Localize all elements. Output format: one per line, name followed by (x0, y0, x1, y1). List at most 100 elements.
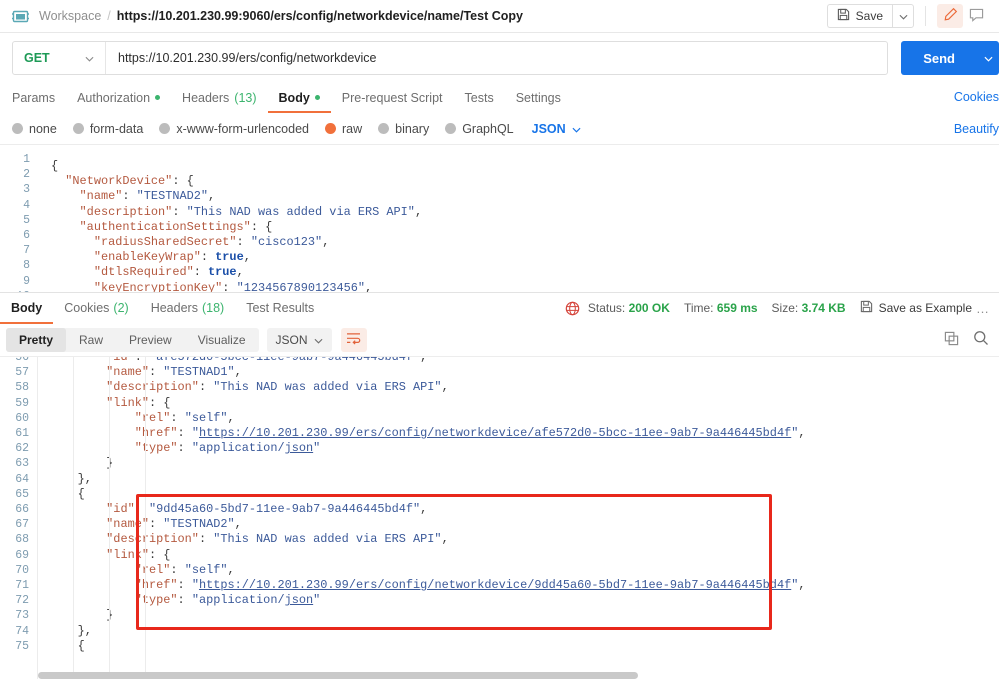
response-tab-body[interactable]: Body (0, 294, 54, 324)
code-token[interactable]: json (285, 593, 314, 607)
body-format-value: JSON (531, 121, 566, 136)
response-body-code[interactable]: "id": "afe572d0-5bcc-11ee-9ab7-9a446445b… (38, 357, 999, 679)
line-number: 61 (15, 427, 29, 441)
status-value: 200 OK (628, 301, 670, 315)
tab-label: Pre-request Script (341, 90, 443, 105)
code-line: "NetworkDevice": { (51, 174, 999, 189)
pencil-icon (943, 7, 958, 25)
url-input[interactable]: https://10.201.230.99/ers/config/network… (106, 51, 887, 65)
code-token: " (313, 441, 321, 456)
line-number: 68 (15, 533, 29, 547)
body-type-none[interactable]: none (12, 122, 57, 136)
modified-dot-icon (155, 95, 161, 100)
send-button[interactable]: Send (901, 41, 977, 75)
indent-dots (38, 411, 135, 425)
request-body-code[interactable]: { "NetworkDevice": { "name": "TESTNAD2",… (51, 145, 999, 292)
view-pretty-button[interactable]: Pretty (6, 327, 67, 352)
request-body-editor[interactable]: 1234567891011 { "NetworkDevice": { "name… (0, 144, 999, 292)
body-type-graphql[interactable]: GraphQL (445, 122, 514, 136)
code-token[interactable]: https://10.201.230.99/ers/config/network… (199, 578, 791, 592)
code-token: : (172, 204, 187, 219)
code-token: "rel" (134, 562, 171, 577)
http-method-select[interactable]: GET (13, 42, 105, 74)
line-number: 65 (15, 487, 29, 501)
tab-tests[interactable]: Tests (454, 84, 505, 113)
code-token: "NetworkDevice" (65, 174, 173, 189)
response-tab-test-results[interactable]: Test Results (235, 294, 325, 324)
code-token[interactable]: https://10.201.230.99/ers/config/network… (199, 426, 791, 440)
response-view-segments: Pretty Raw Preview Visualize (6, 327, 259, 352)
code-line: "type": "application/json" (38, 593, 999, 608)
code-token: : (236, 235, 251, 250)
code-token[interactable]: json (285, 441, 314, 455)
body-type-x-www-form-urlencoded[interactable]: x-www-form-urlencoded (159, 122, 309, 136)
response-more-options-button[interactable]: … (976, 301, 989, 316)
body-format-select[interactable]: JSON (532, 122, 581, 136)
time-label: Time: (683, 301, 714, 315)
indent-dots (38, 624, 78, 638)
code-line: { (38, 487, 999, 502)
horizontal-scrollbar[interactable] (38, 672, 638, 679)
tab-pre-request-script[interactable]: Pre-request Script (331, 84, 454, 113)
body-type-label: none (29, 121, 57, 136)
comments-button[interactable] (963, 4, 989, 28)
save-button[interactable]: Save (826, 4, 892, 28)
code-token: "This NAD was added via ERS API" (213, 380, 442, 395)
response-body-viewer[interactable]: 56 57 58 59 60 61 62 63 64 65 66 67 68 69 70 71 72 73 74 75… (0, 356, 999, 679)
breadcrumb-workspace[interactable]: Workspace (39, 9, 101, 23)
tab-label: Test Results (246, 300, 315, 315)
body-type-raw[interactable]: raw (325, 122, 362, 136)
tab-body[interactable]: Body (267, 84, 331, 113)
code-line: "link": { (38, 548, 999, 563)
tab-label: Settings (515, 90, 561, 105)
view-visualize-button[interactable]: Visualize (185, 328, 259, 352)
copy-button[interactable] (944, 331, 959, 349)
code-token: "description" (106, 380, 199, 395)
code-token: : (172, 174, 187, 189)
code-token: , (441, 532, 449, 547)
search-button[interactable] (973, 330, 989, 349)
line-number: 62 (15, 442, 29, 456)
tab-label: Tests (464, 90, 494, 105)
size-badge: Size: 3.74 KB (772, 301, 846, 315)
code-token: "keyEncryptionKey" (93, 280, 223, 292)
code-token: "type" (134, 441, 178, 456)
response-tabs: Body Cookies (2) Headers (18) Test Resul… (0, 293, 325, 324)
code-token: : (193, 265, 209, 280)
response-format-select[interactable]: JSON (266, 327, 332, 352)
cookies-link[interactable]: Cookies (954, 90, 999, 104)
edit-request-button[interactable] (937, 4, 963, 28)
body-type-label: binary (395, 121, 430, 136)
tab-headers[interactable]: Headers (13) (171, 84, 267, 113)
code-token: , (441, 380, 449, 395)
code-token: , (208, 189, 216, 204)
word-wrap-button[interactable] (340, 327, 367, 352)
code-token: , (243, 250, 251, 265)
tab-params[interactable]: Params (12, 84, 66, 113)
floppy-disk-icon (860, 300, 873, 316)
beautify-link[interactable]: Beautify (954, 122, 999, 136)
code-line: "description": "This NAD was added via E… (51, 205, 999, 220)
request-fold-column[interactable] (38, 145, 51, 292)
body-type-form-data[interactable]: form-data (72, 122, 143, 136)
save-button-label: Save (855, 9, 883, 23)
tab-label: Headers (150, 300, 198, 315)
code-token: "application/ (191, 441, 285, 456)
code-line: "href": "https://10.201.230.99/ers/confi… (38, 426, 999, 441)
code-token: : (222, 280, 237, 292)
body-type-binary[interactable]: binary (378, 122, 429, 136)
view-raw-button[interactable]: Raw (66, 328, 116, 352)
save-as-example-button[interactable]: Save as Example (860, 300, 972, 316)
tab-authorization[interactable]: Authorization (66, 84, 171, 113)
response-tab-cookies[interactable]: Cookies (2) (53, 294, 139, 324)
view-preview-button[interactable]: Preview (116, 328, 185, 352)
code-token: "application/ (191, 593, 285, 608)
request-title[interactable]: https://10.201.230.99:9060/ers/config/ne… (117, 9, 523, 23)
send-options-button[interactable] (977, 41, 999, 75)
save-options-button[interactable] (892, 4, 914, 28)
tab-label: Body (11, 300, 43, 315)
code-token: "description" (79, 204, 173, 219)
tab-settings[interactable]: Settings (505, 84, 572, 113)
response-tab-headers[interactable]: Headers (18) (140, 294, 235, 324)
line-number: 5 (23, 213, 30, 227)
